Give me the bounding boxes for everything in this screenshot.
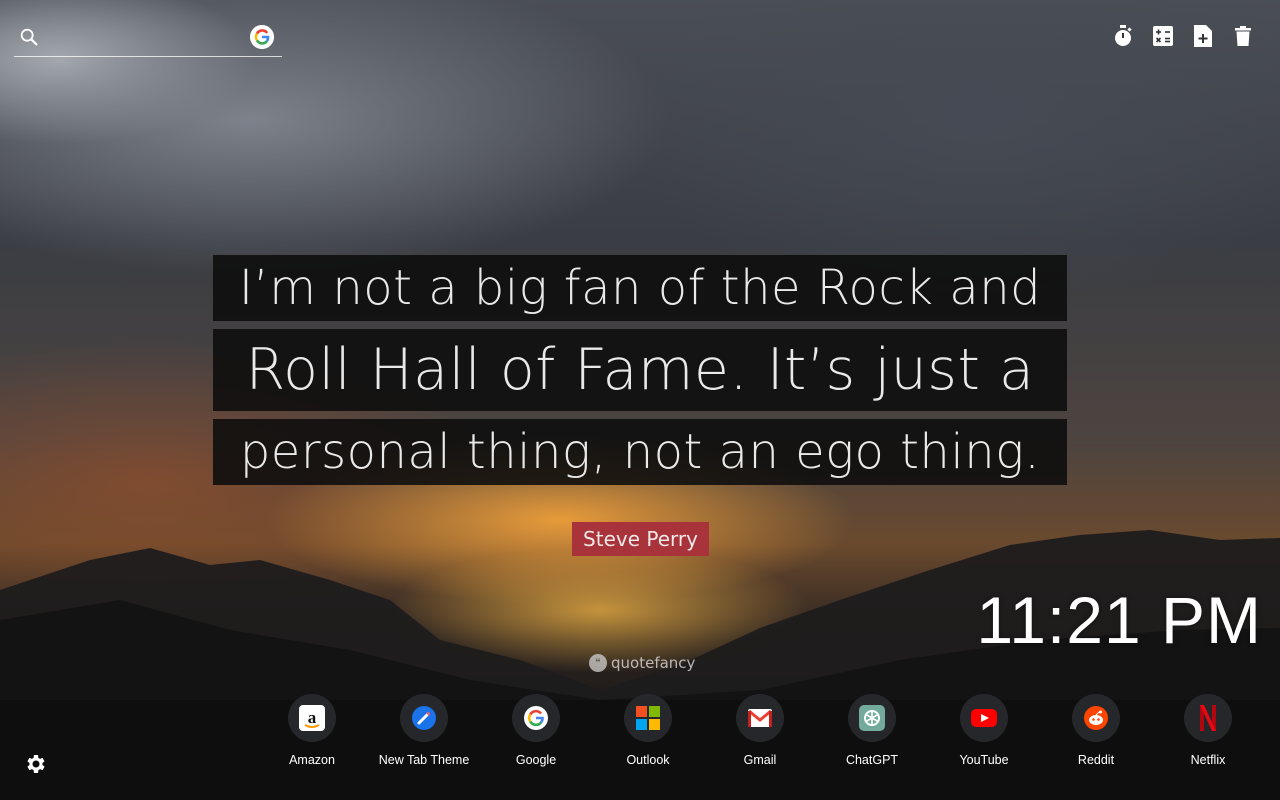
- quotefancy-logo[interactable]: “ quotefancy: [589, 654, 695, 672]
- quote-mark-icon: “: [589, 654, 607, 672]
- add-note-icon[interactable]: [1192, 24, 1214, 48]
- shortcut-label: Reddit: [1077, 753, 1115, 767]
- youtube-icon: [960, 694, 1008, 742]
- shortcut-label: Netflix: [1190, 753, 1226, 767]
- shortcut-amazon[interactable]: a Amazon: [256, 694, 368, 767]
- google-search-engine-icon[interactable]: [250, 25, 274, 49]
- shortcut-gmail[interactable]: Gmail: [704, 694, 816, 767]
- shortcut-outlook[interactable]: Outlook: [592, 694, 704, 767]
- shortcut-google[interactable]: Google: [480, 694, 592, 767]
- quote-line: personal thing, not an ego thing.: [213, 419, 1067, 485]
- search-bar: [14, 22, 282, 57]
- shortcut-label: ChatGPT: [845, 753, 899, 767]
- reddit-icon: [1072, 694, 1120, 742]
- shortcut-youtube[interactable]: YouTube: [928, 694, 1040, 767]
- search-icon[interactable]: [18, 26, 40, 48]
- shortcut-new-tab-theme[interactable]: New Tab Theme: [368, 694, 480, 767]
- google-icon: [512, 694, 560, 742]
- toolbar: [1112, 24, 1254, 48]
- amazon-icon: a: [288, 694, 336, 742]
- gmail-icon: [736, 694, 784, 742]
- quote-line: I’m not a big fan of the Rock and: [213, 255, 1067, 321]
- calculator-icon[interactable]: [1152, 24, 1174, 48]
- shortcut-label: Outlook: [626, 753, 670, 767]
- settings-gear-icon[interactable]: [24, 752, 48, 776]
- svg-text:a: a: [308, 708, 317, 727]
- chatgpt-icon: [848, 694, 896, 742]
- netflix-icon: [1184, 694, 1232, 742]
- brand-name: quotefancy: [611, 654, 696, 672]
- shortcut-chatgpt[interactable]: ChatGPT: [816, 694, 928, 767]
- shortcut-label: Amazon: [289, 753, 335, 767]
- new-tab-theme-icon: [400, 694, 448, 742]
- shortcut-reddit[interactable]: Reddit: [1040, 694, 1152, 767]
- shortcut-label: YouTube: [959, 753, 1009, 767]
- trash-icon[interactable]: [1232, 24, 1254, 48]
- shortcut-label: Google: [515, 753, 557, 767]
- search-input[interactable]: [48, 24, 252, 54]
- timer-icon[interactable]: [1112, 24, 1134, 48]
- outlook-icon: [624, 694, 672, 742]
- quote-author[interactable]: Steve Perry: [572, 522, 709, 556]
- shortcut-netflix[interactable]: Netflix: [1152, 694, 1264, 767]
- shortcut-label: New Tab Theme: [378, 753, 470, 767]
- shortcut-label: Gmail: [743, 753, 777, 767]
- clock: 11:21 PM: [976, 583, 1262, 657]
- quote-line: Roll Hall of Fame. It’s just a: [213, 329, 1067, 411]
